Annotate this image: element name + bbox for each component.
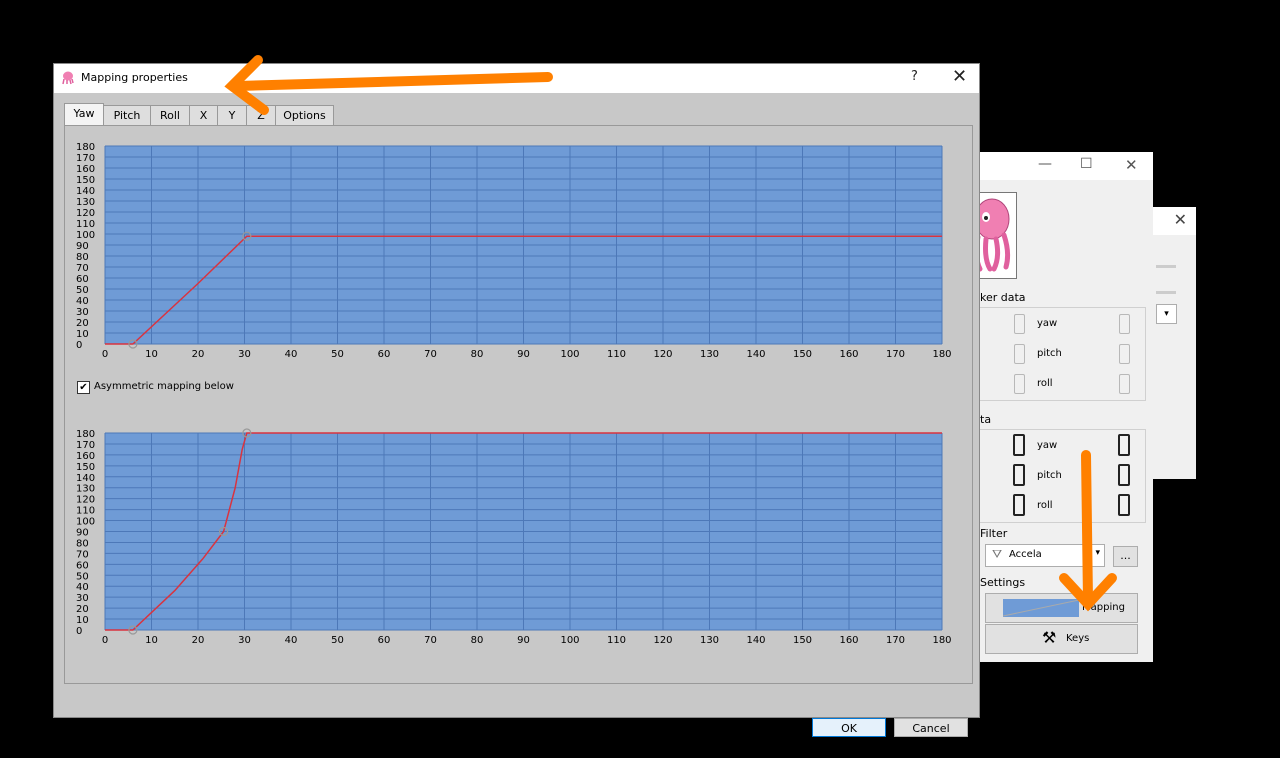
arrow-left-annotation <box>224 55 553 115</box>
arrow-down-annotation <box>1059 450 1117 612</box>
annotation-arrows <box>224 55 1117 612</box>
